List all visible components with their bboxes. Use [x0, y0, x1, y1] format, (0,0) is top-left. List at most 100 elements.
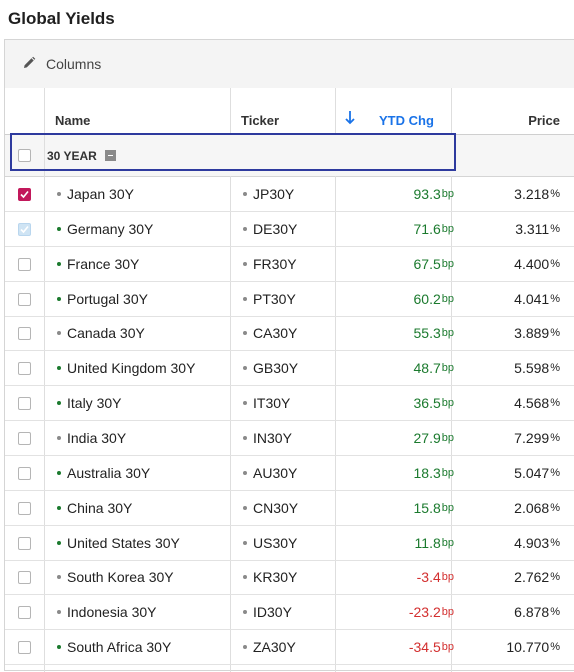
price-unit: %	[550, 466, 560, 479]
row-checkbox[interactable]	[18, 292, 31, 306]
ytd-change-cell: 60.2 bp	[414, 282, 455, 316]
ticker-cell[interactable]: IT30Y	[243, 386, 290, 420]
ticker-symbol: ID30Y	[253, 604, 292, 621]
status-dot-icon	[57, 192, 61, 196]
columns-button[interactable]: Columns	[22, 56, 101, 73]
name-cell[interactable]: South Korea 30Y	[57, 560, 174, 594]
row-checkbox[interactable]	[18, 397, 31, 411]
status-dot-icon	[243, 435, 247, 440]
ticker-cell[interactable]: DE30Y	[243, 212, 297, 246]
row-checkbox[interactable]	[18, 431, 31, 445]
row-checkbox[interactable]	[18, 536, 31, 550]
ticker-symbol: FR30Y	[253, 255, 297, 272]
ytd-change-cell: 71.6 bp	[414, 212, 455, 246]
row-checkbox[interactable]	[18, 327, 31, 341]
table-row[interactable]: India 30Y IN30Y 27.9 bp 7.299%	[5, 421, 574, 456]
price-value: 4.903	[514, 534, 550, 551]
ticker-cell[interactable]: CA30Y	[243, 316, 297, 350]
collapse-group-icon[interactable]	[104, 150, 116, 161]
name-cell[interactable]: Italy 30Y	[57, 386, 121, 420]
name-cell[interactable]: Portugal 30Y	[57, 282, 148, 316]
price-cell: 4.400%	[514, 247, 560, 281]
table-row[interactable]: Canada 30Y CA30Y 55.3 bp 3.889%	[5, 316, 574, 352]
ytd-header-label: YTD Chg	[379, 113, 434, 128]
name-cell[interactable]: United States 30Y	[57, 526, 180, 560]
sort-down-arrow-icon	[345, 111, 355, 128]
name-cell[interactable]: United Kingdom 30Y	[57, 351, 195, 385]
table-row[interactable]: South Korea 30Y KR30Y -3.4 bp 2.762%	[5, 560, 574, 596]
price-unit: %	[550, 257, 560, 270]
name-cell[interactable]: Germany 30Y	[57, 212, 153, 246]
ticker-cell[interactable]: CN30Y	[243, 491, 298, 525]
ticker-cell[interactable]: ZA30Y	[243, 630, 296, 664]
table-row[interactable]: South Africa 30Y ZA30Y -34.5 bp 10.770%	[5, 630, 574, 666]
ytd-change-cell: 15.8 bp	[414, 491, 455, 525]
ticker-cell[interactable]: AU30Y	[243, 456, 297, 490]
name-cell[interactable]: Japan 30Y	[57, 177, 134, 211]
ytd-unit: bp	[441, 188, 454, 200]
table-row[interactable]: Italy 30Y IT30Y 36.5 bp 4.568%	[5, 386, 574, 422]
status-dot-icon	[57, 296, 61, 301]
price-value: 3.889	[514, 325, 550, 342]
price-value: 5.598	[514, 360, 550, 377]
table-row[interactable]: France 30Y FR30Y 67.5 bp 4.400%	[5, 247, 574, 282]
table-row[interactable]: China 30Y CN30Y 15.8 bp 2.068%	[5, 491, 574, 526]
table-row[interactable]: Indonesia 30Y ID30Y -23.2 bp 6.878%	[5, 595, 574, 631]
table-row[interactable]: Germany 30Y DE30Y 71.6 bp 3.311%	[5, 212, 574, 247]
yields-table-panel: Columns Name Ticker YTD Chg Price 30 YEA…	[4, 39, 574, 672]
status-dot-icon	[57, 366, 61, 371]
status-dot-icon	[243, 331, 247, 336]
ticker-cell[interactable]: KR30Y	[243, 560, 297, 594]
table-row[interactable]: Japan 30Y JP30Y 93.3 bp 3.218%	[5, 177, 574, 212]
ytd-change-cell: 48.7 bp	[414, 351, 455, 385]
status-dot-icon	[243, 261, 247, 266]
name-cell[interactable]: Australia 30Y	[57, 456, 150, 490]
column-header-price[interactable]: Price	[528, 88, 560, 134]
price-cell: 4.903%	[514, 526, 560, 560]
row-checkbox[interactable]	[18, 188, 31, 201]
row-checkbox[interactable]	[18, 641, 31, 655]
group-row-30-year[interactable]: 30 YEAR	[5, 135, 574, 177]
row-checkbox[interactable]	[18, 362, 31, 376]
name-cell[interactable]: Indonesia 30Y	[57, 595, 157, 629]
price-unit: %	[550, 222, 560, 235]
table-row[interactable]: United Kingdom 30Y GB30Y 48.7 bp 5.598%	[5, 351, 574, 387]
column-header-ticker[interactable]: Ticker	[241, 88, 279, 134]
row-checkbox[interactable]	[18, 257, 31, 271]
row-checkbox[interactable]	[18, 501, 31, 515]
row-checkbox[interactable]	[18, 466, 31, 480]
column-header-ytd[interactable]: YTD Chg	[345, 88, 447, 134]
ticker-cell[interactable]: JP30Y	[243, 177, 294, 211]
status-dot-icon	[57, 540, 61, 545]
ytd-unit: bp	[441, 327, 454, 340]
table-row[interactable]: Australia 30Y AU30Y 18.3 bp 5.047%	[5, 456, 574, 491]
price-cell: 3.311%	[515, 212, 560, 246]
table-row[interactable]: Portugal 30Y PT30Y 60.2 bp 4.041%	[5, 282, 574, 317]
ticker-cell[interactable]: ID30Y	[243, 595, 292, 629]
name-cell[interactable]: China 30Y	[57, 491, 132, 525]
ticker-cell[interactable]: IN30Y	[243, 421, 292, 455]
ytd-change-cell: -3.4 bp	[417, 560, 454, 594]
ytd-unit: bp	[441, 397, 454, 410]
ticker-cell[interactable]: PT30Y	[243, 282, 296, 316]
name-cell[interactable]: India 30Y	[57, 421, 126, 455]
status-dot-icon	[243, 540, 247, 545]
name-cell[interactable]: France 30Y	[57, 247, 139, 281]
row-checkbox[interactable]	[18, 571, 31, 585]
row-checkbox[interactable]	[18, 606, 31, 620]
instrument-name: United Kingdom 30Y	[67, 360, 196, 377]
ticker-cell[interactable]: GB30Y	[243, 351, 298, 385]
name-cell[interactable]: Canada 30Y	[57, 316, 145, 350]
ytd-value: 27.9	[413, 429, 441, 446]
columns-label: Columns	[46, 56, 102, 72]
column-header-name[interactable]: Name	[55, 88, 90, 134]
price-value: 2.762	[514, 569, 550, 586]
row-checkbox[interactable]	[18, 222, 31, 236]
instrument-name: Italy 30Y	[67, 395, 122, 412]
table-row[interactable]: United States 30Y US30Y 11.8 bp 4.903%	[5, 526, 574, 561]
ticker-cell[interactable]: FR30Y	[243, 247, 297, 281]
name-cell[interactable]: South Africa 30Y	[57, 630, 171, 664]
ticker-cell[interactable]: US30Y	[243, 526, 297, 560]
ticker-symbol: PT30Y	[253, 290, 296, 307]
group-checkbox[interactable]	[18, 149, 31, 162]
